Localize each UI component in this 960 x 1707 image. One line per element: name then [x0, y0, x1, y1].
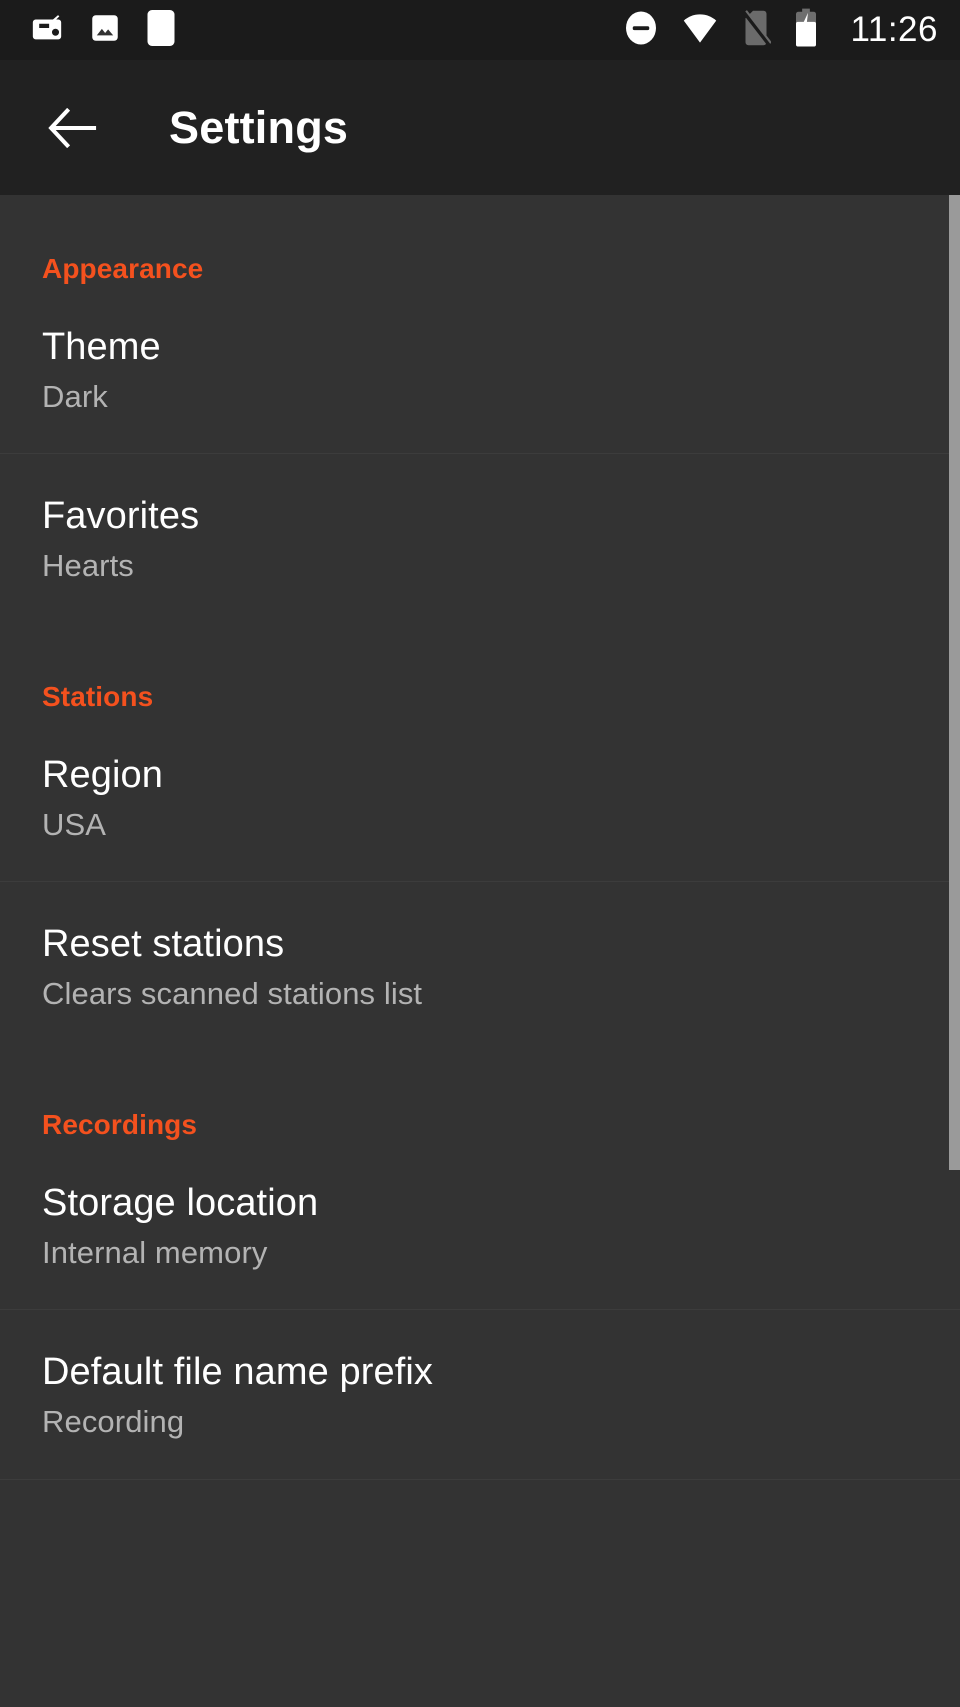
scrollbar-track[interactable] — [949, 195, 960, 1707]
setting-title: Favorites — [42, 495, 200, 538]
setting-subtitle: Recording — [42, 1404, 185, 1440]
setting-item-theme[interactable]: Theme Dark — [0, 285, 960, 453]
setting-title: Reset stations — [42, 923, 285, 966]
section-appearance: Appearance Theme Dark Favorites Hearts — [0, 195, 960, 623]
section-stations: Stations Region USA Reset stations Clear… — [0, 623, 960, 1051]
setting-item-favorites[interactable]: Favorites Hearts — [0, 454, 960, 622]
setting-item-file-name-prefix[interactable]: Default file name prefix Recording — [0, 1310, 960, 1478]
no-sim-icon — [741, 9, 772, 52]
image-icon — [90, 11, 120, 50]
setting-subtitle: Hearts — [42, 548, 134, 584]
section-header-recordings: Recordings — [42, 1108, 198, 1140]
radio-icon — [30, 11, 64, 50]
app-bar: Settings — [0, 60, 960, 195]
setting-title: Default file name prefix — [42, 1351, 434, 1394]
setting-subtitle: Internal memory — [42, 1234, 268, 1270]
setting-title: Theme — [42, 326, 161, 368]
section-header-stations: Stations — [42, 680, 154, 712]
battery-charging-icon — [793, 8, 819, 53]
status-bar: 11:26 — [0, 0, 960, 60]
setting-title: Storage location — [42, 1181, 319, 1224]
setting-subtitle: Clears scanned stations list — [42, 976, 423, 1012]
status-bar-clock: 11:26 — [850, 10, 938, 49]
setting-item-storage-location[interactable]: Storage location Internal memory — [0, 1141, 960, 1309]
settings-screen: 11:26 Settings Appearance Theme Dark Fav… — [0, 0, 960, 1707]
blank-notification-icon — [146, 8, 176, 53]
do-not-disturb-icon — [623, 10, 659, 51]
section-recordings: Recordings Storage location Internal mem… — [0, 1051, 960, 1480]
status-bar-left-icons — [30, 8, 176, 53]
section-header-appearance: Appearance — [42, 253, 204, 284]
wifi-icon — [681, 11, 719, 50]
page-title: Settings — [169, 101, 349, 153]
status-bar-right-icons: 11:26 — [623, 8, 939, 53]
setting-subtitle: Dark — [42, 378, 108, 414]
settings-list[interactable]: Appearance Theme Dark Favorites Hearts S… — [0, 195, 960, 1707]
setting-item-reset-stations[interactable]: Reset stations Clears scanned stations l… — [0, 882, 960, 1050]
scrollbar-thumb[interactable] — [949, 195, 960, 1170]
back-button[interactable] — [44, 99, 102, 157]
setting-item-region[interactable]: Region USA — [0, 713, 960, 881]
setting-title: Region — [42, 753, 164, 796]
setting-subtitle: USA — [42, 806, 107, 842]
list-divider — [0, 1478, 960, 1480]
